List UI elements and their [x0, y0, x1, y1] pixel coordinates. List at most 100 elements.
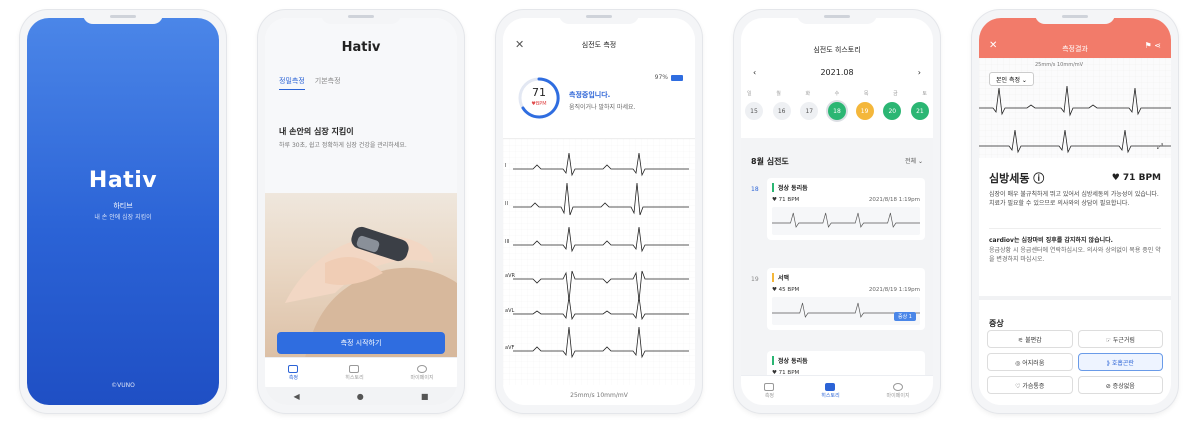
- diagnosis-bpm: ♥ 71 BPM: [1111, 173, 1161, 183]
- phone-measuring: ✕ 심전도 측정 71 ♥BPM 97% 측정중입니다. 움직이거나 말하지 마…: [496, 10, 702, 413]
- user-icon: [417, 364, 428, 373]
- notch: [321, 10, 401, 24]
- nav-mypage[interactable]: 마이페이지: [411, 364, 434, 381]
- start-measure-button[interactable]: 측정 시작하기: [277, 332, 445, 354]
- notch: [83, 10, 163, 24]
- bottom-nav: 측정 히스토리 마이페이지: [265, 357, 457, 387]
- phone-history: 심전도 히스토리 ‹ 2021.08 › 일월화수목금토 15 16 17 18…: [734, 10, 940, 413]
- battery-icon: [671, 74, 683, 81]
- day-cell[interactable]: 20: [883, 102, 902, 120]
- diagnosis-description: 심장이 매우 불규칙하게 뛰고 있어서 심방세동의 가능성이 있습니다. 치료가…: [989, 191, 1159, 207]
- lead-label: III: [505, 239, 510, 245]
- symptom-chest-pain[interactable]: ♡ 가슴통증: [987, 376, 1073, 394]
- record-day: 18: [751, 186, 759, 193]
- chevron-right-icon[interactable]: ›: [918, 68, 921, 77]
- back-icon[interactable]: ◀: [294, 392, 300, 401]
- symptom-discomfort[interactable]: ⚟ 불편감: [987, 330, 1073, 348]
- calendar-icon: [825, 382, 836, 391]
- headline: 내 손안의 심장 지킴이: [279, 127, 354, 136]
- day-cell[interactable]: 17: [800, 102, 819, 120]
- scale-footer: 25mm/s 10mm/mV: [570, 392, 628, 399]
- recents-icon[interactable]: ■: [421, 392, 429, 401]
- home-icon[interactable]: ●: [357, 392, 364, 401]
- notice-title: cardiov는 심장마비 징후를 감지하지 않습니다.: [989, 237, 1113, 244]
- day-row: 15 16 17 18 19 20 21: [745, 102, 929, 120]
- result-screen: ✕ 측정결과 ⚑ ⋖ ⤢ 25mm/s 10mm/mV 본인 측정 ⌄ 심방세동…: [979, 18, 1171, 405]
- brand-logo: Hativ: [341, 40, 381, 55]
- day-cell[interactable]: 19: [855, 102, 874, 120]
- symptom-none[interactable]: ⊘ 증상없음: [1077, 376, 1163, 394]
- measurement-owner-dropdown[interactable]: 본인 측정 ⌄: [989, 72, 1034, 86]
- calendar-panel: [741, 18, 933, 138]
- bpm-value: 71: [532, 86, 546, 99]
- weekday-row: 일월화수목금토: [747, 91, 927, 97]
- symptom-grid: ⚟ 불편감 ☞ 두근거림 ◎ 어지러움 ⟫ 호흡곤란 ♡ 가슴통증 ⊘ 증상없음: [987, 330, 1163, 394]
- day-cell-selected[interactable]: 18: [827, 102, 846, 120]
- lead-label: aVL: [505, 308, 515, 314]
- record-day: 19: [751, 276, 759, 283]
- month-switcher: ‹ 2021.08 ›: [741, 68, 933, 77]
- record-card[interactable]: 정상 동리듬 ♥ 71 BPM 2021/8/18 1:19pm: [767, 178, 925, 240]
- app-name: 하티브: [113, 202, 133, 210]
- home-screen: Hativ 정밀측정 기본측정 내 손안의 심장 지킴이 하루 30초, 쉽고 …: [265, 18, 457, 405]
- record-bpm: ♥ 71 BPM: [772, 197, 800, 203]
- history-screen: 심전도 히스토리 ‹ 2021.08 › 일월화수목금토 15 16 17 18…: [741, 18, 933, 405]
- record-label: 정상 동리듬: [772, 183, 920, 192]
- result-header: ✕ 측정결과 ⚑ ⋖: [979, 18, 1171, 58]
- nav-measure[interactable]: 측정: [764, 382, 775, 399]
- lead-label: I: [505, 163, 507, 169]
- phone-splash: Hativ 하티브 내 손 안에 심장 지킴이 ©VUNO: [20, 10, 226, 413]
- symptom-palpitation[interactable]: ☞ 두근거림: [1077, 330, 1163, 348]
- filter-dropdown[interactable]: 전체 ⌄: [905, 156, 923, 167]
- system-nav: ◀ ● ■: [265, 387, 457, 405]
- symptom-dyspnea[interactable]: ⟫ 호흡곤란: [1077, 353, 1163, 371]
- notch: [559, 10, 639, 24]
- copyright: ©VUNO: [111, 382, 135, 389]
- symptoms-title: 증상: [989, 319, 1004, 328]
- calendar-icon: [349, 364, 360, 373]
- page-title: 측정결과: [1062, 45, 1088, 53]
- ecg-chart: I II III aVR aVL aVF: [503, 138, 695, 385]
- record-waveform: 증상 1: [772, 297, 920, 325]
- app-tagline: 내 손 안에 심장 지킴이: [94, 214, 152, 221]
- nav-history[interactable]: 히스토리: [345, 364, 364, 381]
- nav-measure[interactable]: 측정: [288, 364, 299, 381]
- bpm-unit: ♥BPM: [531, 101, 547, 107]
- day-cell[interactable]: 21: [910, 102, 929, 120]
- expand-icon[interactable]: ⤢: [1157, 142, 1163, 152]
- record-card[interactable]: 서맥 ♥ 45 BPM 2021/8/19 1:19pm 증상 1: [767, 268, 925, 330]
- day-cell[interactable]: 15: [745, 102, 763, 120]
- record-time: 2021/8/19 1:19pm: [868, 287, 920, 293]
- symptom-badge: 증상 1: [894, 312, 916, 321]
- lead-label: aVF: [505, 345, 515, 351]
- description: 하루 30초, 쉽고 정확하게 심장 건강을 관리하세요.: [279, 142, 407, 149]
- phone-home: Hativ 정밀측정 기본측정 내 손안의 심장 지킴이 하루 30초, 쉽고 …: [258, 10, 464, 413]
- month-label: 2021.08: [820, 68, 854, 77]
- user-icon: [893, 382, 904, 391]
- day-cell[interactable]: 16: [772, 102, 791, 120]
- nav-mypage[interactable]: 마이페이지: [887, 382, 910, 399]
- tab-basic[interactable]: 기본측정: [315, 76, 341, 90]
- nav-history[interactable]: 히스토리: [821, 382, 840, 399]
- record-label: 서맥: [772, 273, 920, 282]
- tab-precise[interactable]: 정밀측정: [279, 76, 305, 90]
- showcase: Hativ 하티브 내 손 안에 심장 지킴이 ©VUNO Hativ 정밀측정…: [0, 0, 1198, 421]
- diagnosis-title: 심방세동 ⓘ: [989, 172, 1045, 185]
- notch: [1035, 10, 1115, 24]
- measuring-screen: ✕ 심전도 측정 71 ♥BPM 97% 측정중입니다. 움직이거나 말하지 마…: [503, 18, 695, 405]
- notice-text: 응급상황 시 응급센터에 연락하십시오. 의사와 상의없이 복용 중인 약을 변…: [989, 247, 1161, 263]
- section-title: 8월 심전도: [751, 157, 789, 166]
- ecg-grid: [503, 139, 695, 385]
- measure-icon: [288, 364, 299, 373]
- phone-result: ✕ 측정결과 ⚑ ⋖ ⤢ 25mm/s 10mm/mV 본인 측정 ⌄ 심방세동…: [972, 10, 1178, 413]
- record-waveform: [772, 207, 920, 235]
- page-title: 심전도 측정: [581, 41, 617, 49]
- ecg-scale: 25mm/s 10mm/mV: [1035, 62, 1084, 68]
- record-bpm: ♥ 45 BPM: [772, 287, 800, 293]
- bookmark-share-icon[interactable]: ⚑ ⋖: [1145, 41, 1161, 50]
- diagnosis-row: 심방세동 ⓘ ♥ 71 BPM: [989, 170, 1161, 186]
- status-subtext: 움직이거나 말하지 마세요.: [569, 104, 636, 111]
- symptom-dizziness[interactable]: ◎ 어지러움: [987, 353, 1073, 371]
- chevron-left-icon[interactable]: ‹: [753, 68, 756, 77]
- app-logo: Hativ: [88, 168, 158, 193]
